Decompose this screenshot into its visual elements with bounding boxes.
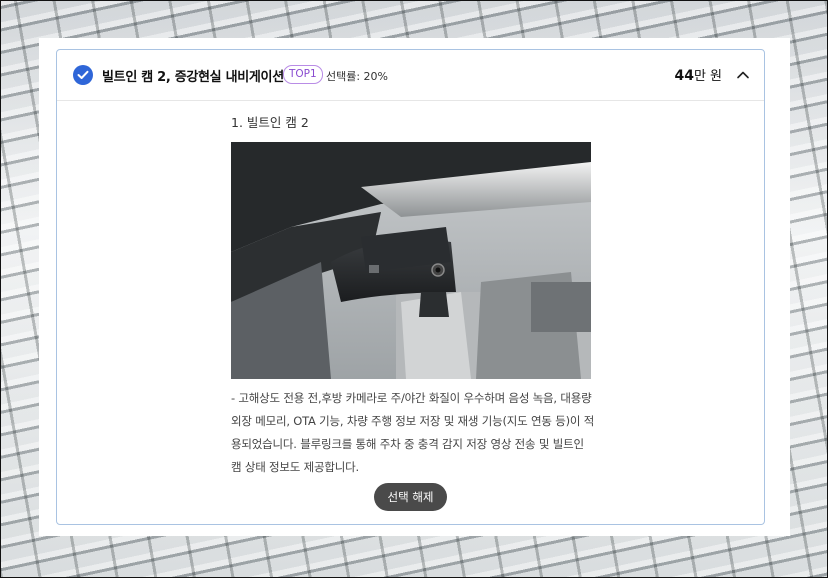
- price-unit: 만 원: [693, 69, 722, 84]
- built-in-cam-image: [231, 142, 591, 379]
- deselect-button[interactable]: 선택 해제: [374, 483, 447, 511]
- check-circle-icon[interactable]: [73, 65, 93, 85]
- option-title: 빌트인 캠 2, 증강현실 내비게이션: [102, 70, 284, 85]
- option-card: 빌트인 캠 2, 증강현실 내비게이션 TOP1 선택률: 20% 44만 원 …: [56, 49, 765, 525]
- option-header[interactable]: 빌트인 캠 2, 증강현실 내비게이션 TOP1 선택률: 20% 44만 원: [57, 50, 764, 101]
- option-detail: 1. 빌트인 캠 2 - 고해상도 전용 전,후방 카메라로 주/야간 화질이 …: [231, 112, 596, 479]
- option-description: - 고해상도 전용 전,후방 카메라로 주/야간 화질이 우수하며 음성 녹음,…: [231, 391, 595, 474]
- item-label: 1. 빌트인 캠 2: [231, 115, 309, 130]
- selection-rate: 선택률: 20%: [326, 70, 389, 83]
- option-panel: 빌트인 캠 2, 증강현실 내비게이션 TOP1 선택률: 20% 44만 원 …: [39, 38, 790, 536]
- price-number: 44: [674, 68, 694, 84]
- top-badge: TOP1: [283, 65, 323, 84]
- option-price: 44만 원: [674, 65, 722, 84]
- chevron-up-icon[interactable]: [736, 67, 750, 81]
